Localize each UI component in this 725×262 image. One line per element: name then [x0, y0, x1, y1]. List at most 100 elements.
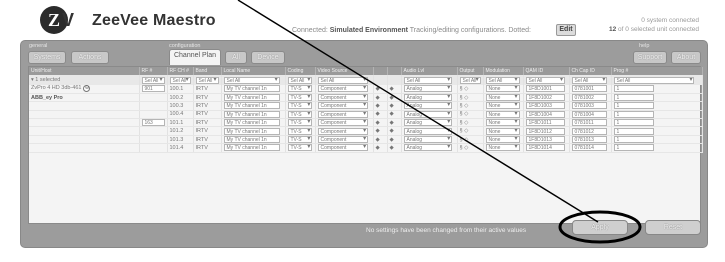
- output-cell[interactable]: § ◇: [457, 135, 484, 145]
- output-cell[interactable]: § ◇: [457, 101, 484, 111]
- apply-button[interactable]: Apply: [572, 220, 628, 235]
- modulation-cell[interactable]: None: [483, 126, 524, 136]
- column-filter-dropdown[interactable]: Sel All: [317, 76, 369, 84]
- about-button[interactable]: About: [671, 51, 701, 64]
- output-toggle-icon[interactable]: § ◇: [460, 111, 469, 117]
- table-row[interactable]: 100.3IRTVMy TV channel 1n TV-S Component ◆ ◆…: [29, 101, 703, 111]
- program-number-field[interactable]: 1: [613, 144, 654, 152]
- local-name-field[interactable]: My TV channel 1n: [223, 85, 280, 93]
- output-toggle-icon[interactable]: § ◇: [460, 145, 469, 151]
- column-header[interactable]: Modulation: [483, 67, 524, 75]
- program-cell[interactable]: 1: [611, 85, 703, 94]
- coding-cell[interactable]: TV-S: [285, 126, 316, 136]
- move-up-icon[interactable]: ◆: [376, 95, 380, 101]
- column-filter-dropdown[interactable]: Sel All: [571, 76, 608, 84]
- video-source-dropdown[interactable]: Component: [317, 102, 369, 110]
- move-down-icon[interactable]: ◆: [390, 145, 394, 151]
- column-filter-dropdown[interactable]: Sel All: [169, 76, 191, 84]
- move-down-icon[interactable]: ◆: [390, 111, 394, 117]
- program-number-field[interactable]: 1: [613, 94, 654, 101]
- arrow-up-cell[interactable]: ◆: [373, 85, 388, 94]
- cap-cell[interactable]: 0781003: [569, 101, 612, 111]
- column-header[interactable]: QAM ID: [523, 67, 570, 75]
- rf-cell[interactable]: [139, 126, 168, 136]
- reset-button[interactable]: Reset: [645, 220, 701, 235]
- coding-cell[interactable]: TV-S: [285, 118, 316, 128]
- arrow-down-cell[interactable]: ◆: [387, 135, 402, 145]
- program-cell[interactable]: 1: [611, 143, 703, 153]
- qam-id-field[interactable]: 1F8D1013: [525, 136, 566, 143]
- output-cell[interactable]: § ◇: [457, 126, 484, 136]
- local-name-cell[interactable]: My TV channel 1n: [221, 110, 286, 120]
- move-up-icon[interactable]: ◆: [376, 128, 380, 134]
- coding-dropdown[interactable]: TV-S: [287, 94, 313, 101]
- column-filter-dropdown[interactable]: Sel All: [613, 76, 695, 84]
- column-filter-dropdown[interactable]: Sel All: [485, 76, 520, 84]
- qam-id-field[interactable]: 1F8D1012: [525, 127, 566, 135]
- rf-cell[interactable]: [139, 143, 168, 153]
- program-cell[interactable]: 1: [611, 135, 703, 145]
- cap-cell[interactable]: 0781001: [569, 85, 612, 94]
- column-header[interactable]: Local Name: [221, 67, 286, 75]
- local-name-field[interactable]: My TV channel 1n: [223, 127, 280, 135]
- coding-dropdown[interactable]: TV-S: [287, 110, 313, 118]
- cap-id-field[interactable]: 0781013: [571, 136, 608, 143]
- audio-level-dropdown[interactable]: Analog: [403, 94, 453, 101]
- arrow-down-cell[interactable]: ◆: [387, 101, 402, 111]
- cap-id-field[interactable]: 0781003: [571, 102, 608, 110]
- table-row[interactable]: 163101.1IRTVMy TV channel 1n TV-S Componen…: [29, 118, 703, 128]
- tab-device[interactable]: Device: [251, 51, 285, 64]
- video-source-cell[interactable]: Component: [315, 101, 374, 111]
- rf-cell[interactable]: [139, 93, 168, 103]
- audio-cell[interactable]: Analog: [401, 135, 458, 145]
- move-up-icon[interactable]: ◆: [376, 103, 380, 109]
- video-source-dropdown[interactable]: Component: [317, 127, 369, 135]
- rf-cell[interactable]: 901: [139, 85, 168, 94]
- local-name-cell[interactable]: My TV channel 1n: [221, 118, 286, 128]
- table-row[interactable]: 101.4IRTVMy TV channel 1n TV-S Component ◆ ◆…: [29, 143, 703, 153]
- cap-cell[interactable]: 0781014: [569, 143, 612, 153]
- output-toggle-icon[interactable]: § ◇: [460, 103, 469, 109]
- column-filter-dropdown[interactable]: Sel All: [223, 76, 280, 84]
- local-name-field[interactable]: My TV channel 1n: [223, 136, 280, 143]
- program-cell[interactable]: 1: [611, 118, 703, 128]
- column-header[interactable]: RF #: [139, 67, 168, 75]
- column-header[interactable]: Band: [193, 67, 222, 75]
- coding-dropdown[interactable]: TV-S: [287, 127, 313, 135]
- program-number-field[interactable]: 1: [613, 136, 654, 143]
- rf-cell[interactable]: [139, 101, 168, 111]
- channel-cell[interactable]: 100.3: [167, 101, 194, 111]
- audio-cell[interactable]: Analog: [401, 101, 458, 111]
- move-up-icon[interactable]: ◆: [376, 120, 380, 126]
- device-status-icon[interactable]: ⊖: [83, 85, 91, 93]
- column-header[interactable]: Unit/Host: [29, 67, 140, 75]
- channel-cell[interactable]: 100.4: [167, 110, 194, 120]
- tab-actions[interactable]: Actions: [71, 51, 109, 64]
- qam-id-field[interactable]: 1F8D1014: [525, 144, 566, 152]
- local-name-cell[interactable]: My TV channel 1n: [221, 85, 286, 94]
- local-name-field[interactable]: My TV channel 1n: [223, 144, 280, 152]
- arrow-down-cell[interactable]: ◆: [387, 85, 402, 94]
- cap-id-field[interactable]: 0781012: [571, 127, 608, 135]
- coding-cell[interactable]: TV-S: [285, 85, 316, 94]
- modulation-dropdown[interactable]: None: [485, 127, 520, 135]
- cap-cell[interactable]: 0781004: [569, 110, 612, 120]
- audio-cell[interactable]: Analog: [401, 110, 458, 120]
- table-row[interactable]: ABB_ey Pro 100.2IRTVMy TV channel 1n TV-S C…: [29, 93, 703, 103]
- audio-cell[interactable]: Analog: [401, 93, 458, 103]
- audio-level-dropdown[interactable]: Analog: [403, 136, 453, 143]
- video-source-dropdown[interactable]: Component: [317, 119, 369, 126]
- qam-cell[interactable]: 1F8D1002: [523, 93, 570, 103]
- video-source-cell[interactable]: Component: [315, 143, 374, 153]
- video-source-cell[interactable]: Component: [315, 126, 374, 136]
- channel-cell[interactable]: 100.1: [167, 85, 194, 94]
- audio-level-dropdown[interactable]: Analog: [403, 110, 453, 118]
- program-cell[interactable]: 1: [611, 93, 703, 103]
- audio-level-dropdown[interactable]: Analog: [403, 119, 453, 126]
- coding-cell[interactable]: TV-S: [285, 143, 316, 153]
- cap-cell[interactable]: 0781012: [569, 126, 612, 136]
- channel-cell[interactable]: 100.2: [167, 93, 194, 103]
- modulation-dropdown[interactable]: None: [485, 94, 520, 101]
- cap-id-field[interactable]: 0781002: [571, 94, 608, 101]
- video-source-dropdown[interactable]: Component: [317, 144, 369, 152]
